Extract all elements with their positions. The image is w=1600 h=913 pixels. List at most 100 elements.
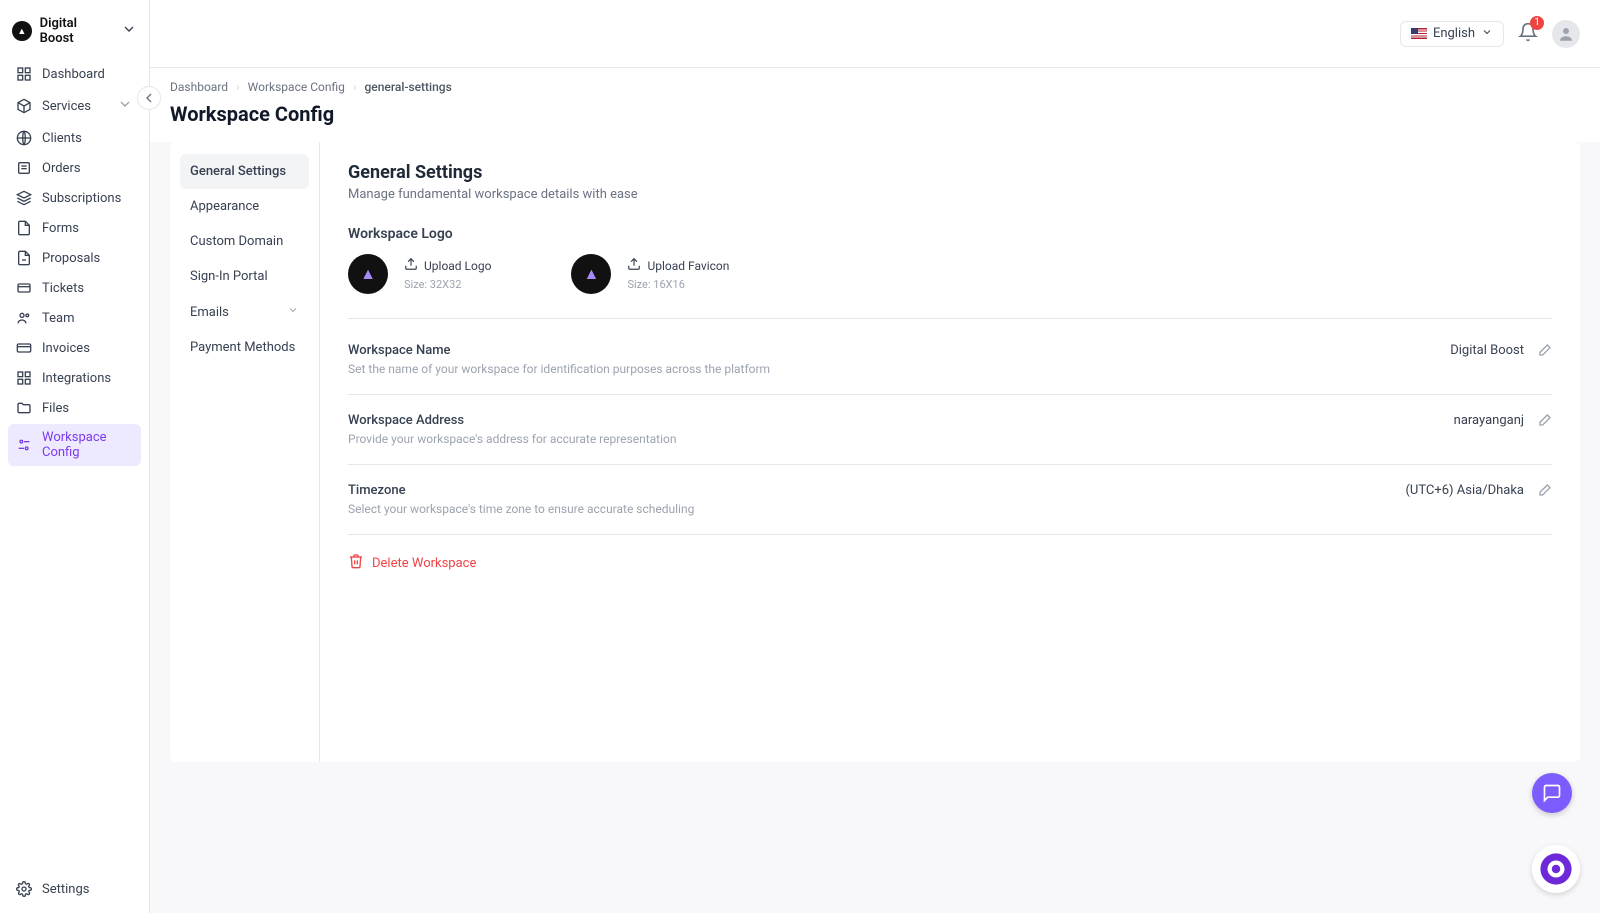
field-timezone: Timezone Select your workspace's time zo… (348, 465, 1552, 535)
sidebar-item-clients[interactable]: Clients (8, 124, 141, 152)
tab-payment-methods[interactable]: Payment Methods (180, 330, 309, 365)
tab-custom-domain[interactable]: Custom Domain (180, 224, 309, 259)
sidebar-item-tickets[interactable]: Tickets (8, 274, 141, 302)
ticket-icon (16, 280, 32, 296)
sidebar-item-label: Files (42, 401, 69, 416)
sidebar-item-subscriptions[interactable]: Subscriptions (8, 184, 141, 212)
field-label: Workspace Name (348, 343, 1450, 358)
layers-icon (16, 190, 32, 206)
field-workspace-address: Workspace Address Provide your workspace… (348, 395, 1552, 465)
folder-icon (16, 400, 32, 416)
sidebar-nav: Dashboard Services Clients Orders Subscr… (8, 60, 141, 466)
logo-heading: Workspace Logo (348, 226, 1552, 242)
edit-timezone-button[interactable] (1536, 483, 1552, 503)
upload-icon (627, 257, 641, 274)
user-avatar[interactable] (1552, 20, 1580, 48)
content-header: Dashboard › Workspace Config › general-s… (150, 68, 1600, 142)
trash-icon (348, 553, 364, 573)
app-brand-bubble[interactable] (1532, 845, 1580, 893)
sidebar-item-label: Workspace Config (42, 430, 133, 460)
tab-sign-in-portal[interactable]: Sign-In Portal (180, 259, 309, 294)
tab-appearance[interactable]: Appearance (180, 189, 309, 224)
breadcrumb-item[interactable]: Dashboard (170, 80, 228, 94)
users-icon (16, 310, 32, 326)
sidebar-item-label: Dashboard (42, 67, 105, 82)
chevron-down-icon (1481, 26, 1493, 42)
field-description: Select your workspace's time zone to ens… (348, 502, 1405, 516)
breadcrumb-item: general-settings (364, 80, 451, 94)
chevron-down-icon (287, 304, 299, 320)
upload-logo-button[interactable]: Upload Logo (404, 257, 491, 274)
sidebar-item-label: Tickets (42, 281, 84, 296)
language-selector[interactable]: English (1400, 21, 1504, 47)
file-icon (16, 220, 32, 236)
sidebar-item-settings[interactable]: Settings (8, 875, 141, 903)
section-title: General Settings (348, 162, 1552, 183)
sidebar-item-label: Orders (42, 161, 81, 176)
field-value: Digital Boost (1450, 343, 1524, 358)
edit-workspace-address-button[interactable] (1536, 413, 1552, 433)
gear-icon (16, 881, 32, 897)
breadcrumb: Dashboard › Workspace Config › general-s… (170, 80, 1580, 94)
sidebar-item-proposals[interactable]: Proposals (8, 244, 141, 272)
sidebar-item-dashboard[interactable]: Dashboard (8, 60, 141, 88)
sidebar-item-label: Team (42, 311, 75, 326)
workspace-favicon-preview: ▲ (571, 254, 611, 294)
settings-body: General Settings Manage fundamental work… (320, 142, 1580, 762)
tab-label: General Settings (190, 164, 286, 179)
delete-workspace-button[interactable]: Delete Workspace (348, 535, 1552, 591)
section-subtitle: Manage fundamental workspace details wit… (348, 187, 1552, 202)
chevron-right-icon: › (236, 80, 240, 94)
upload-favicon-button[interactable]: Upload Favicon (627, 257, 729, 274)
sidebar-item-team[interactable]: Team (8, 304, 141, 332)
edit-workspace-name-button[interactable] (1536, 343, 1552, 363)
workspace-logo-section: Workspace Logo ▲ Upload Logo Size: 32X32 (348, 226, 1552, 294)
sidebar-item-label: Proposals (42, 251, 100, 266)
sidebar-item-workspace-config[interactable]: Workspace Config (8, 424, 141, 466)
list-icon (16, 160, 32, 176)
notification-badge: 1 (1530, 16, 1544, 30)
settings-panel: General Settings Appearance Custom Domai… (170, 142, 1580, 762)
sidebar-item-services[interactable]: Services (8, 90, 141, 122)
field-label: Timezone (348, 483, 1405, 498)
globe-icon (16, 130, 32, 146)
tab-general-settings[interactable]: General Settings (180, 154, 309, 189)
breadcrumb-item[interactable]: Workspace Config (248, 80, 345, 94)
upload-label: Upload Logo (424, 259, 491, 273)
tab-label: Emails (190, 305, 229, 320)
dashboard-icon (16, 66, 32, 82)
chat-launcher[interactable] (1532, 773, 1572, 813)
tab-label: Payment Methods (190, 340, 295, 355)
topbar: English 1 (150, 0, 1600, 68)
logo-upload-block: ▲ Upload Logo Size: 32X32 (348, 254, 491, 294)
document-icon (16, 250, 32, 266)
tab-label: Custom Domain (190, 234, 283, 249)
sidebar-item-label: Settings (42, 882, 89, 897)
package-icon (16, 98, 32, 114)
sidebar: ▲ Digital Boost Dashboard Services Clien… (0, 0, 150, 913)
workspace-area: General Settings Appearance Custom Domai… (150, 142, 1600, 913)
page-title: Workspace Config (170, 102, 1580, 126)
sidebar-collapse-button[interactable] (137, 86, 161, 110)
notifications-button[interactable]: 1 (1518, 22, 1538, 46)
sidebar-item-files[interactable]: Files (8, 394, 141, 422)
credit-card-icon (16, 340, 32, 356)
field-description: Provide your workspace's address for acc… (348, 432, 1454, 446)
workspace-switcher[interactable]: ▲ Digital Boost (8, 10, 141, 60)
delete-label: Delete Workspace (372, 556, 476, 571)
divider (348, 318, 1552, 319)
grid-icon (16, 370, 32, 386)
chevron-down-icon (121, 21, 137, 41)
field-value: narayanganj (1454, 413, 1524, 428)
upload-icon (404, 257, 418, 274)
workspace-name: Digital Boost (40, 16, 113, 46)
workspace-logo-mini: ▲ (12, 21, 32, 41)
size-hint: Size: 16X16 (627, 278, 729, 291)
favicon-upload-block: ▲ Upload Favicon Size: 16X16 (571, 254, 729, 294)
sidebar-item-invoices[interactable]: Invoices (8, 334, 141, 362)
sidebar-item-forms[interactable]: Forms (8, 214, 141, 242)
sidebar-item-orders[interactable]: Orders (8, 154, 141, 182)
sidebar-item-label: Clients (42, 131, 82, 146)
tab-emails[interactable]: Emails (180, 294, 309, 330)
sidebar-item-integrations[interactable]: Integrations (8, 364, 141, 392)
